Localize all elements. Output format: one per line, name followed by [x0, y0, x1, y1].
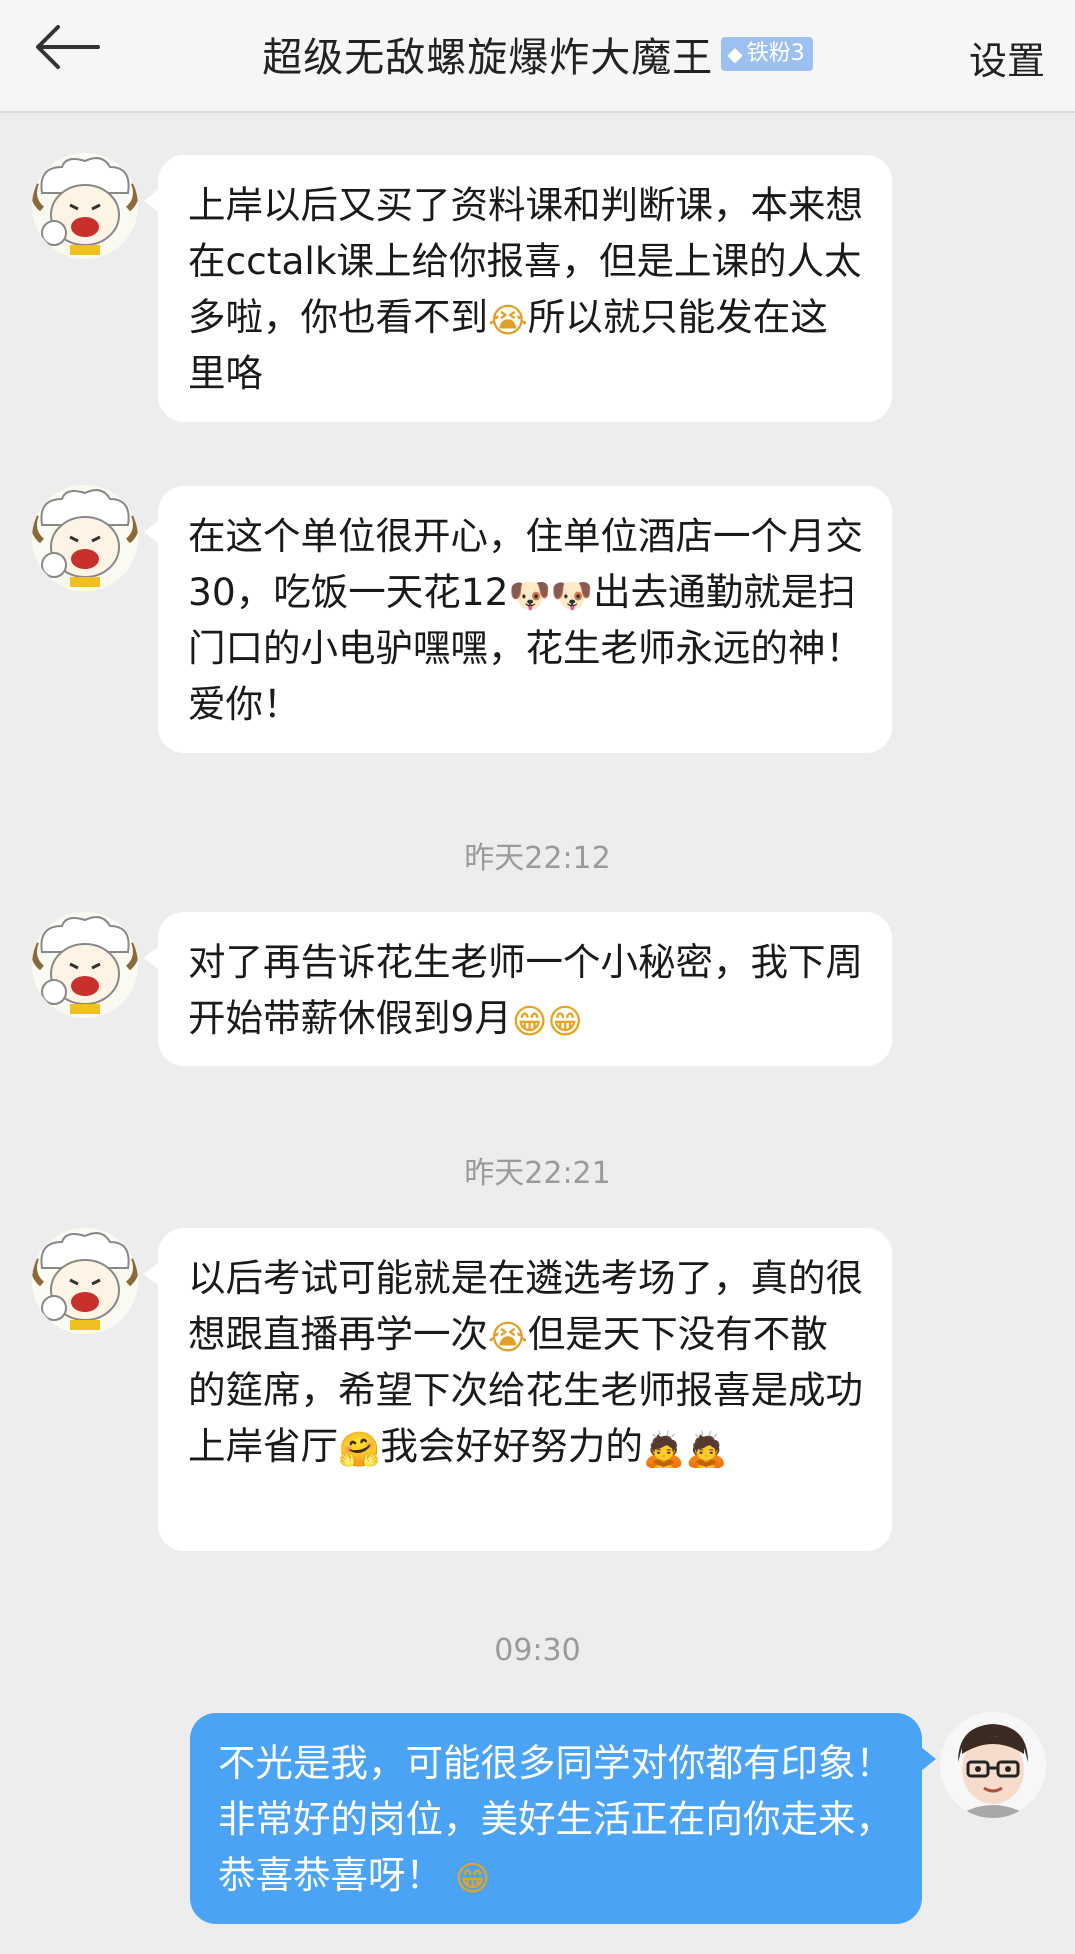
dog-emoji-icon: 🐶 [508, 576, 551, 616]
teacher-avatar-icon [940, 1712, 1046, 1818]
message-bubble[interactable]: 上岸以后又买了资料课和判断课，本来想在cctalk课上给你报喜，但是上课的人太多… [144, 155, 892, 422]
message-text: 在这个单位很开心，住单位酒店一个月交30，吃饭一天花12🐶🐶出去通勤就是扫门口的… [188, 514, 863, 726]
sender-avatar[interactable] [32, 153, 138, 259]
chat-header: 超级无敌螺旋爆炸大魔王 ◆ 铁粉3 设置 [0, 0, 1075, 113]
sender-avatar[interactable] [32, 912, 138, 1018]
laughing-emoji-icon: 😁 [511, 1002, 548, 1042]
message-bubble[interactable]: 在这个单位很开心，住单位酒店一个月交30，吃饭一天花12🐶🐶出去通勤就是扫门口的… [144, 486, 892, 753]
message-bubble-outgoing[interactable]: 不光是我，可能很多同学对你都有印象！非常好的岗位，美好生活正在向你走来，恭喜恭喜… [190, 1713, 936, 1924]
fan-level-label: 铁粉3 [746, 41, 805, 66]
sheep-avatar-icon [32, 1228, 138, 1334]
message-bubble[interactable]: 对了再告诉花生老师一个小秘密，我下周开始带薪休假到9月😁😁 [144, 912, 892, 1066]
sheep-avatar-icon [32, 912, 138, 1018]
bowing-emoji-icon: 🙇 [642, 1430, 686, 1470]
message-bubble[interactable]: 以后考试可能就是在遴选考场了，真的很想跟直播再学一次😭但是天下没有不散的筵席，希… [144, 1228, 892, 1551]
bowing-emoji-icon: 🙇 [685, 1430, 728, 1470]
message-text: 对了再告诉花生老师一个小秘密，我下周开始带薪休假到9月😁😁 [188, 940, 863, 1042]
diamond-icon: ◆ [727, 42, 743, 66]
crying-emoji-icon: 😭 [488, 301, 528, 341]
chat-title: 超级无敌螺旋爆炸大魔王 [262, 35, 714, 81]
message-text: 上岸以后又买了资料课和判断课，本来想在cctalk课上给你报喜，但是上课的人太多… [188, 183, 863, 395]
dog-emoji-icon: 🐶 [550, 576, 594, 616]
message-timestamp: 昨天22:12 [464, 841, 611, 876]
fan-level-badge: ◆ 铁粉3 [721, 37, 813, 71]
message-text: 不光是我，可能很多同学对你都有印象！非常好的岗位，美好生活正在向你走来，恭喜恭喜… [218, 1741, 893, 1899]
title-group: 超级无敌螺旋爆炸大魔王 ◆ 铁粉3 [0, 24, 1075, 84]
message-timestamp: 昨天22:21 [464, 1156, 611, 1191]
sheep-avatar-icon [32, 485, 138, 591]
sheep-avatar-icon [32, 153, 138, 259]
crying-emoji-icon: 😭 [488, 1318, 528, 1358]
laughing-emoji-icon: 😁 [454, 1859, 491, 1899]
laughing-emoji-icon: 😁 [547, 1002, 583, 1042]
message-timestamp: 09:30 [494, 1633, 581, 1668]
message-text: 以后考试可能就是在遴选考场了，真的很想跟直播再学一次😭但是天下没有不散的筵席，希… [188, 1256, 863, 1470]
own-avatar[interactable] [940, 1712, 1046, 1818]
sender-avatar[interactable] [32, 1228, 138, 1334]
settings-button[interactable]: 设置 [969, 30, 1045, 85]
hug-emoji-icon: 🤗 [338, 1430, 381, 1470]
sender-avatar[interactable] [32, 485, 138, 591]
